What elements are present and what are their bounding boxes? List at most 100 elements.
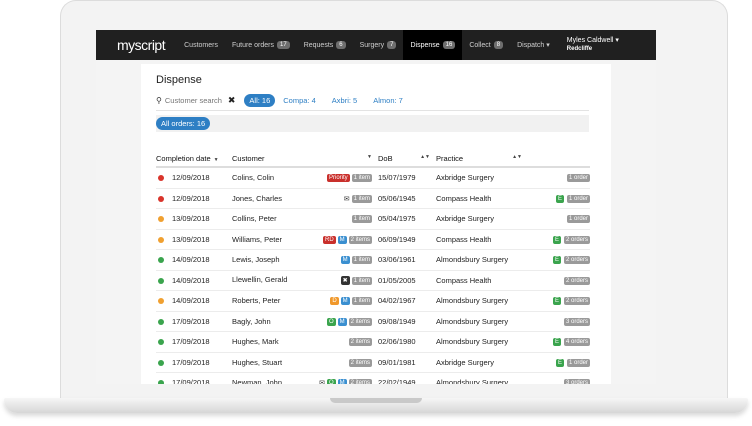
order-count-badge[interactable]: 1 order xyxy=(566,215,590,224)
customer-tags: RD M 2 items xyxy=(321,235,372,244)
nav-item-label: Customers xyxy=(184,41,218,49)
customer-tags: 2 items xyxy=(347,358,372,367)
customer-name[interactable]: Hughes, Stuart xyxy=(232,358,282,367)
table-row[interactable]: 12/09/2018 Jones, Charles ✉ 1 item 05/06/194… xyxy=(156,188,590,209)
cell-dob: 01/05/2005 xyxy=(378,270,436,291)
cell-orders: E2 orders xyxy=(528,249,590,271)
customer-name[interactable]: Llewellin, Gerald xyxy=(232,275,287,284)
customer-name[interactable]: Roberts, Peter xyxy=(232,296,280,305)
order-count-badge[interactable]: 1 order xyxy=(566,174,590,183)
table-row[interactable]: 14/09/2018 Roberts, Peter D M 1 item 04/02/19… xyxy=(156,290,590,312)
cell-dob: 05/04/1975 xyxy=(378,208,436,230)
order-count-badge[interactable]: 4 orders xyxy=(563,338,590,347)
filter-link-compa[interactable]: Compa: 4 xyxy=(283,96,316,105)
cell-orders: E4 orders xyxy=(528,331,590,353)
status-dot-icon xyxy=(158,359,164,366)
order-count-badge[interactable]: 3 orders xyxy=(563,317,590,326)
completion-date-text: 17/09/2018 xyxy=(172,357,210,367)
cell-customer: Bagly, John O M 2 items xyxy=(232,311,378,332)
customer-name[interactable]: Collins, Peter xyxy=(232,214,277,223)
cell-practice: Compass Health xyxy=(436,270,528,291)
cell-practice: Axbridge Surgery xyxy=(436,352,528,373)
cell-completion-date: 17/09/2018 xyxy=(156,372,232,384)
nav-item-customers[interactable]: Customers xyxy=(177,30,225,60)
customer-name[interactable]: Colins, Colin xyxy=(232,173,274,182)
customer-tags: 2 items xyxy=(347,337,372,347)
completion-date-text: 12/09/2018 xyxy=(172,173,210,183)
orders-summary-bar: All orders: 16 xyxy=(156,115,589,132)
electronic-badge: E xyxy=(555,194,564,203)
sort-down-icon: ▼ xyxy=(367,153,372,160)
cell-customer: Jones, Charles ✉ 1 item xyxy=(232,188,378,209)
table-row[interactable]: 12/09/2018 Colins, Colin Priority 1 item 15/… xyxy=(156,167,590,189)
table-row[interactable]: 13/09/2018 Collins, Peter 1 item 05/04/1975… xyxy=(156,208,590,230)
customer-flag-badge: M xyxy=(337,379,347,384)
item-count-badge: 2 items xyxy=(348,317,372,326)
filter-link-axbri[interactable]: Axbri: 5 xyxy=(332,96,357,105)
order-count-badge[interactable]: 1 order xyxy=(566,358,590,367)
dispense-table: Completion date ▼ Customer ▼ DoB ▲▼ Practic… xyxy=(156,150,590,384)
cell-orders: E1 order xyxy=(528,352,590,373)
table-row[interactable]: 17/09/2018 Hughes, Stuart 2 items 09/01/198… xyxy=(156,352,590,373)
col-header-orders xyxy=(528,150,590,168)
nav-item-dispatch[interactable]: Dispatch ▾ xyxy=(510,30,557,60)
filter-link-almon[interactable]: Almon: 7 xyxy=(373,96,403,105)
customer-search-input[interactable] xyxy=(164,96,225,105)
filter-all-pill[interactable]: All: 16 xyxy=(244,94,276,107)
nav-item-collect[interactable]: Collect 8 xyxy=(462,30,510,60)
cell-customer: Collins, Peter 1 item xyxy=(232,208,378,230)
cell-customer: Llewellin, Gerald ✖ 1 item xyxy=(232,270,378,291)
customer-flag-badge: RD xyxy=(322,235,336,244)
customer-name[interactable]: Newman, John xyxy=(232,378,282,384)
electronic-badge: E xyxy=(552,338,561,347)
table-row[interactable]: 14/09/2018 Llewellin, Gerald ✖ 1 item 01/05/… xyxy=(156,270,590,291)
col-header-customer[interactable]: Customer ▼ xyxy=(232,150,378,168)
app-logo[interactable]: myscript xyxy=(117,37,166,53)
cell-dob: 02/06/1980 xyxy=(378,331,436,353)
user-menu[interactable]: Myles Caldwell ▾ Redcliffe xyxy=(567,36,619,54)
customer-name[interactable]: Hughes, Mark xyxy=(232,337,279,346)
table-row[interactable]: 14/09/2018 Lewis, Joseph M 1 item 03/06/1961… xyxy=(156,249,590,271)
col-header-practice[interactable]: Practice ▲▼ xyxy=(436,150,528,168)
cell-practice: Almondsbury Surgery xyxy=(436,290,528,312)
electronic-badge: E xyxy=(552,235,561,244)
clear-icon[interactable]: ✖ xyxy=(228,95,236,106)
customer-name[interactable]: Jones, Charles xyxy=(232,194,282,203)
customer-tags: ✉ 1 item xyxy=(342,194,372,203)
status-dot-icon xyxy=(158,236,164,243)
order-count-badge[interactable]: 2 orders xyxy=(563,256,590,265)
cell-practice: Compass Health xyxy=(436,188,528,209)
nav-item-requests[interactable]: Requests 6 xyxy=(297,30,353,60)
cell-practice: Axbridge Surgery xyxy=(436,208,528,230)
electronic-badge: E xyxy=(552,256,561,265)
all-orders-pill[interactable]: All orders: 16 xyxy=(156,117,211,130)
nav-item-dispense[interactable]: Dispense 16 xyxy=(403,30,463,60)
table-row[interactable]: 17/09/2018 Newman, John ✉ O M 2 items 22/02/19… xyxy=(156,372,590,384)
customer-name[interactable]: Williams, Peter xyxy=(232,235,282,244)
customer-tags: Priority 1 item xyxy=(325,173,372,183)
item-count-badge: 1 item xyxy=(351,256,372,265)
order-count-badge[interactable]: 1 order xyxy=(566,194,590,203)
table-row[interactable]: 13/09/2018 Williams, Peter RD M 2 items 06/09… xyxy=(156,229,590,250)
cell-completion-date: 13/09/2018 xyxy=(156,208,232,230)
col-header-dob[interactable]: DoB ▲▼ xyxy=(378,150,436,168)
customer-name[interactable]: Lewis, Joseph xyxy=(232,255,280,264)
customer-tags: DM1 item xyxy=(328,296,372,306)
nav-item-label: Requests xyxy=(303,41,334,49)
order-count-badge[interactable]: 2 orders xyxy=(563,276,590,285)
sort-icon: ▲▼ xyxy=(420,153,430,160)
nav-item-surgery[interactable]: Surgery 7 xyxy=(353,30,404,60)
order-count-badge[interactable]: 3 orders xyxy=(563,379,590,384)
table-row[interactable]: 17/09/2018 Bagly, John O M 2 items 09/08/1949… xyxy=(156,311,590,332)
cell-completion-date: 14/09/2018 xyxy=(156,249,232,271)
customer-name[interactable]: Bagly, John xyxy=(232,317,271,326)
order-count-badge[interactable]: 2 orders xyxy=(563,297,590,306)
order-count-badge[interactable]: 2 orders xyxy=(563,235,590,244)
cell-completion-date: 12/09/2018 xyxy=(156,188,232,209)
nav-items: Customers Future orders 17 Requests 6 Surgery… xyxy=(177,30,557,60)
item-count-badge: 2 items xyxy=(348,358,372,367)
table-row[interactable]: 17/09/2018 Hughes, Mark 2 items 02/06/1980 A… xyxy=(156,331,590,353)
cell-dob: 22/02/1949 xyxy=(378,372,436,384)
nav-item-future-orders[interactable]: Future orders 17 xyxy=(225,30,297,60)
col-header-completion-date[interactable]: Completion date ▼ xyxy=(156,150,232,168)
